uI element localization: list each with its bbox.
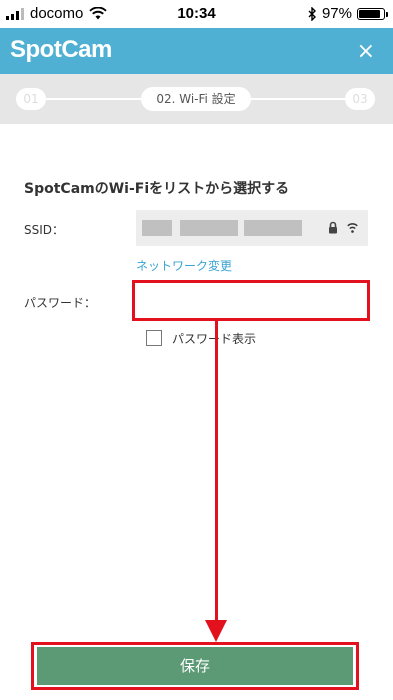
show-password-label: パスワード表示: [172, 332, 257, 346]
lock-icon: [329, 221, 337, 234]
step-1: 01: [16, 88, 46, 110]
ssid-obscured-text: [244, 220, 302, 236]
close-icon[interactable]: ×: [357, 39, 375, 64]
status-bar: docomo 10:34 97%: [0, 0, 393, 28]
battery-percent: 97%: [321, 5, 352, 22]
bluetooth-icon: [308, 6, 316, 21]
app-header: SpotCam ×: [0, 28, 393, 74]
password-label: パスワード：: [24, 296, 97, 310]
spotcam-logo: SpotCam: [10, 36, 112, 63]
annotation-arrow-line: [215, 321, 218, 624]
battery-icon: [357, 7, 388, 20]
save-button[interactable]: 保存: [37, 647, 353, 685]
step-2-current: 02. Wi-Fi 設定: [141, 87, 251, 111]
annotation-arrow-head: [205, 620, 227, 642]
page-title: SpotCamのWi-Fiをリストから選択する: [24, 181, 290, 197]
ssid-field[interactable]: [136, 210, 368, 246]
ssid-obscured-text: [142, 220, 172, 236]
wifi-signal-icon: [347, 223, 358, 233]
change-network-link[interactable]: ネットワーク変更: [136, 257, 232, 274]
show-password-checkbox[interactable]: [146, 330, 162, 346]
step-3: 03: [345, 88, 375, 110]
ssid-label: SSID：: [24, 223, 65, 237]
ssid-obscured-text: [180, 220, 238, 236]
setup-stepper: 01 02. Wi-Fi 設定 03: [0, 74, 393, 124]
password-input[interactable]: [132, 280, 370, 321]
